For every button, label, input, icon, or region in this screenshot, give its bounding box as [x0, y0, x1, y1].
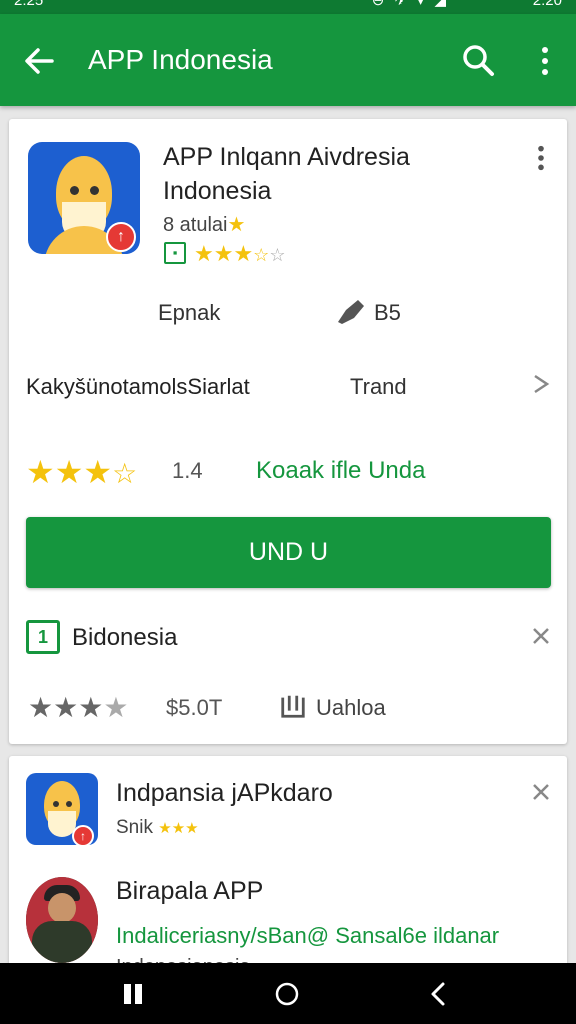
app-icon[interactable]: ↑ [28, 142, 140, 254]
back-arrow-icon[interactable] [22, 44, 56, 78]
recommended-subtitle: Snik ★★★ [116, 817, 199, 838]
dismiss-icon[interactable] [531, 782, 551, 802]
app-badge-icon: ↑ [106, 222, 136, 252]
content-rating-icon: ▪ [164, 242, 186, 264]
home-icon[interactable] [274, 981, 300, 1007]
recommended-app-icon[interactable]: ↑ [26, 773, 98, 845]
install-button[interactable]: UND U [26, 517, 551, 588]
rating-stars: ★★★☆ [26, 454, 138, 490]
search-icon[interactable] [460, 42, 496, 78]
navigation-bar [0, 963, 576, 1024]
app-title-line2: Indonesia [163, 177, 272, 205]
stat-left: Epnak [158, 300, 221, 325]
back-icon[interactable] [426, 981, 452, 1007]
stat-right: B5 [374, 300, 401, 325]
second-item-link[interactable]: Indaliceriasny/sBan@ Sansal6e ildanar [116, 923, 499, 949]
developer-name-text: 8 atulai [163, 214, 228, 236]
recommended-title[interactable]: Indpansia jAPkdaro [116, 779, 333, 808]
rating-link[interactable]: Koaak ifle Unda [256, 457, 425, 485]
card-overflow-icon[interactable] [536, 144, 546, 172]
close-icon[interactable] [531, 626, 551, 646]
download-label: Uahloa [316, 695, 386, 720]
recommended-subtitle-text: Snik [116, 817, 153, 838]
star-rating-small: ★★★☆☆ [194, 241, 286, 266]
tag-icon [338, 300, 364, 324]
profile-photo[interactable] [26, 877, 98, 963]
second-item-title[interactable]: Birapala APP [116, 877, 263, 906]
app-bar: APP Indonesia [0, 14, 576, 106]
overflow-menu-icon[interactable] [530, 44, 560, 78]
status-time-right: 2:20 [532, 0, 562, 9]
status-bar: 2:25 ⊖✈▾◢ 2:20 [0, 0, 576, 14]
price: $5.0T [166, 695, 223, 720]
status-icons: ⊖✈▾◢ [371, 0, 456, 9]
info-row-value: Trand [350, 374, 407, 399]
app-title: APP Inlqann Aivdresia [163, 143, 410, 171]
chevron-right-icon[interactable] [531, 374, 551, 394]
app-bar-title: APP Indonesia [88, 44, 273, 75]
rating-value: 1.4 [172, 458, 203, 483]
section-icon: 1 [26, 620, 60, 654]
info-row-label: KakyšünotamolsSiarlat [26, 374, 250, 399]
download-icon [281, 695, 305, 718]
developer-name: 8 atulai★ [163, 212, 245, 237]
recommended-badge-icon: ↑ [72, 825, 94, 845]
recents-icon[interactable] [120, 981, 146, 1007]
grey-rating-stars: ★★★★ [28, 692, 129, 723]
section-label: Bidonesia [72, 624, 178, 651]
star-icon: ★ [227, 214, 246, 236]
status-time-left: 2:25 [14, 0, 44, 9]
